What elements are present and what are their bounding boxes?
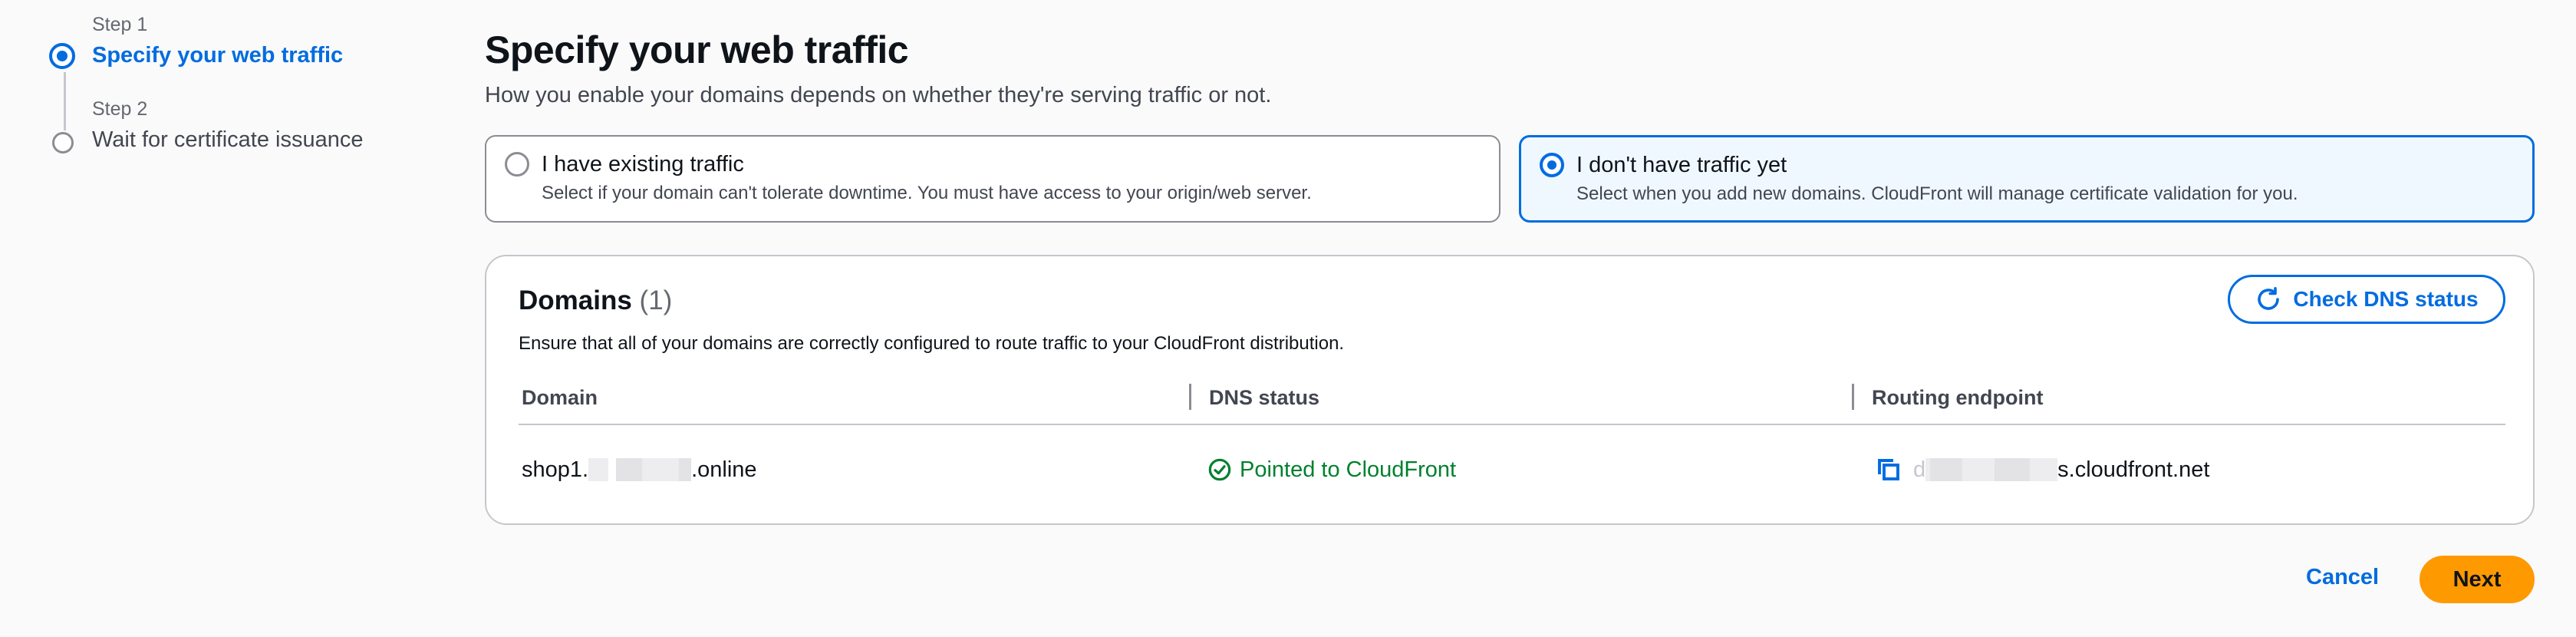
existing-traffic-description: Select if your domain can't tolerate dow… — [542, 183, 1312, 203]
redacted-text — [1995, 458, 2031, 481]
routing-endpoint-cell: d s.cloudfront.net — [1875, 454, 2209, 485]
domain-cell: shop1. .online — [522, 454, 757, 485]
no-traffic-radio[interactable] — [1540, 153, 1564, 177]
copy-icon[interactable] — [1875, 456, 1902, 484]
column-resizer[interactable] — [1852, 384, 1854, 410]
redacted-text — [679, 458, 692, 481]
no-traffic-option[interactable]: I don't have traffic yet Select when you… — [1519, 135, 2535, 223]
page-description: How you enable your domains depends on w… — [485, 83, 1272, 107]
dns-status-text: Pointed to CloudFront — [1240, 457, 1457, 482]
existing-traffic-label: I have existing traffic — [542, 152, 744, 177]
no-traffic-label: I don't have traffic yet — [1576, 153, 1787, 177]
check-dns-status-label: Check DNS status — [2293, 287, 2479, 311]
redacted-text — [2030, 458, 2058, 481]
domains-count: (1) — [639, 285, 673, 315]
wizard-stepper: Step 1 Specify your web traffic Step 2 W… — [46, 0, 430, 184]
redacted-text — [1930, 458, 1963, 481]
no-traffic-description: Select when you add new domains. CloudFr… — [1576, 183, 2298, 204]
redacted-text — [642, 458, 680, 481]
redacted-text — [1962, 458, 1995, 481]
step-1-active-indicator-icon — [49, 43, 75, 69]
dns-status-cell: Pointed to CloudFront — [1207, 454, 1456, 485]
table-header-divider — [519, 424, 2505, 425]
next-button-label: Next — [2452, 566, 2502, 592]
next-button[interactable]: Next — [2420, 556, 2535, 603]
column-header-routing-endpoint[interactable]: Routing endpoint — [1872, 382, 2043, 413]
domains-heading: Domains (1) — [519, 285, 672, 316]
step-2-title: Wait for certificate issuance — [92, 127, 364, 152]
column-resizer[interactable] — [1189, 384, 1191, 410]
domains-description: Ensure that all of your domains are corr… — [519, 333, 1345, 354]
existing-traffic-radio[interactable] — [505, 152, 529, 177]
check-dns-status-button[interactable]: Check DNS status — [2228, 275, 2505, 324]
page-title: Specify your web traffic — [485, 28, 909, 71]
page: Step 1 Specify your web traffic Step 2 W… — [0, 0, 2576, 637]
domain-suffix: .online — [691, 457, 757, 482]
endpoint-suffix: s.cloudfront.net — [2057, 457, 2210, 482]
cancel-button[interactable]: Cancel — [2306, 565, 2379, 590]
existing-traffic-option[interactable]: I have existing traffic Select if your d… — [485, 135, 1500, 223]
step-connector — [64, 72, 66, 130]
domains-title: Domains — [519, 285, 632, 315]
column-header-domain[interactable]: Domain — [522, 382, 598, 413]
check-circle-icon — [1208, 458, 1231, 481]
domain-prefix: shop1. — [522, 457, 589, 482]
step-2-pending-indicator-icon — [52, 132, 74, 153]
step-2-number: Step 2 — [92, 98, 148, 120]
step-1-title[interactable]: Specify your web traffic — [92, 43, 343, 68]
domains-container: Domains (1) Ensure that all of your doma… — [485, 255, 2535, 525]
redacted-text — [588, 458, 609, 481]
redacted-text — [616, 458, 643, 481]
column-header-dns-status[interactable]: DNS status — [1209, 382, 1319, 413]
endpoint-prefix: d — [1913, 457, 1926, 482]
refresh-icon — [2258, 286, 2280, 310]
step-1-number: Step 1 — [92, 14, 148, 35]
